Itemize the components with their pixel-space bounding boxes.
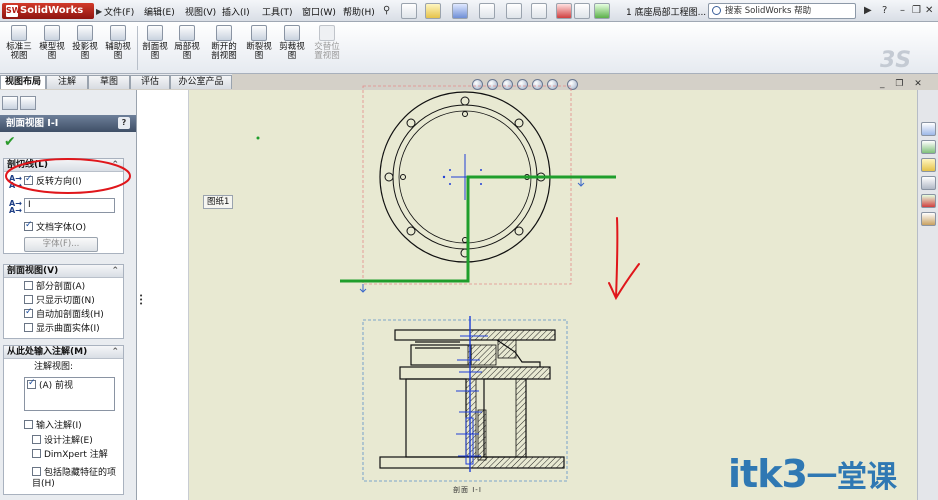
- section-arrow-right-icon: [577, 178, 585, 187]
- itk3-watermark: itk3一堂课: [728, 452, 897, 496]
- highlight-circle: [5, 158, 131, 194]
- sketch-point: [256, 136, 260, 140]
- red-arrow-annotation: [608, 217, 640, 301]
- section-arrow-left-icon: [359, 284, 367, 293]
- watermark-sub: 一堂课: [806, 460, 897, 495]
- drawing-geometry: [5, 85, 640, 482]
- section-hatching: [465, 329, 565, 469]
- watermark-brand: itk3: [728, 452, 808, 496]
